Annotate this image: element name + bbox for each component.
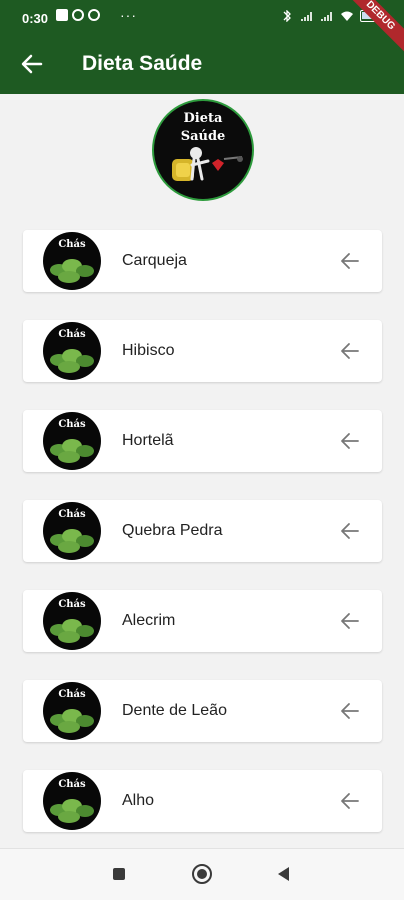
list-item[interactable]: Chás Hibisco	[23, 320, 382, 382]
list-item[interactable]: Chás Carqueja	[23, 230, 382, 292]
more-notifications-icon: ···	[120, 7, 137, 23]
leaves-icon	[50, 709, 94, 733]
tea-avatar: Chás	[43, 232, 101, 290]
status-time: 0:30	[22, 11, 49, 26]
list-item[interactable]: Chás Alho	[23, 770, 382, 832]
item-name: Alho	[122, 792, 155, 809]
leaves-icon	[50, 439, 94, 463]
list-item[interactable]: Chás Quebra Pedra	[23, 500, 382, 562]
avatar-label: Chás	[58, 689, 86, 700]
home-circle-icon[interactable]	[192, 864, 212, 884]
recents-square-icon[interactable]	[113, 868, 125, 880]
leaves-icon	[50, 799, 94, 823]
tea-avatar: Chás	[43, 592, 101, 650]
arrow-left-icon[interactable]	[338, 519, 362, 543]
tea-avatar: Chás	[43, 502, 101, 560]
avatar-label: Chás	[58, 599, 86, 610]
app-logo: Dieta Saúde	[152, 99, 254, 201]
leaves-icon	[50, 529, 94, 553]
arrow-left-icon	[21, 54, 43, 74]
leaves-icon	[50, 349, 94, 373]
notification-icon	[72, 9, 84, 21]
item-name: Dente de Leão	[122, 702, 227, 719]
avatar-label: Chás	[58, 239, 86, 250]
arrow-left-icon[interactable]	[338, 339, 362, 363]
tea-avatar: Chás	[43, 682, 101, 740]
arrow-left-icon[interactable]	[338, 249, 362, 273]
signal-icon	[321, 12, 332, 21]
system-navigation-bar	[0, 848, 404, 900]
item-name: Hibisco	[122, 342, 175, 359]
item-name: Quebra Pedra	[122, 522, 223, 539]
wifi-icon	[341, 11, 353, 21]
bluetooth-icon	[283, 10, 291, 22]
facebook-icon	[56, 9, 68, 21]
top-bar: 0:30 ··· DEBUG Dieta Saúde	[0, 0, 404, 94]
arrow-left-icon[interactable]	[338, 609, 362, 633]
avatar-label: Chás	[58, 329, 86, 340]
leaves-icon	[50, 259, 94, 283]
tea-avatar: Chás	[43, 772, 101, 830]
arrow-left-icon[interactable]	[338, 699, 362, 723]
arrow-left-icon[interactable]	[338, 789, 362, 813]
back-button[interactable]	[14, 48, 50, 80]
avatar-label: Chás	[58, 419, 86, 430]
signal-icon	[301, 12, 312, 21]
item-name: Carqueja	[122, 252, 187, 269]
arrow-left-icon[interactable]	[338, 429, 362, 453]
list-item[interactable]: Chás Alecrim	[23, 590, 382, 652]
leaves-icon	[50, 619, 94, 643]
item-name: Hortelã	[122, 432, 174, 449]
avatar-label: Chás	[58, 509, 86, 520]
avatar-label: Chás	[58, 779, 86, 790]
tea-avatar: Chás	[43, 322, 101, 380]
tea-avatar: Chás	[43, 412, 101, 470]
app-bar: Dieta Saúde	[0, 34, 404, 94]
status-bar: 0:30 ··· DEBUG	[0, 0, 404, 58]
logo-illustration	[172, 147, 243, 181]
notification-icon	[88, 9, 100, 21]
page-title: Dieta Saúde	[82, 52, 203, 75]
list-item[interactable]: Chás Dente de Leão	[23, 680, 382, 742]
list-item[interactable]: Chás Hortelã	[23, 410, 382, 472]
item-name: Alecrim	[122, 612, 176, 629]
back-triangle-icon[interactable]	[278, 867, 289, 881]
notification-icons	[56, 9, 100, 21]
